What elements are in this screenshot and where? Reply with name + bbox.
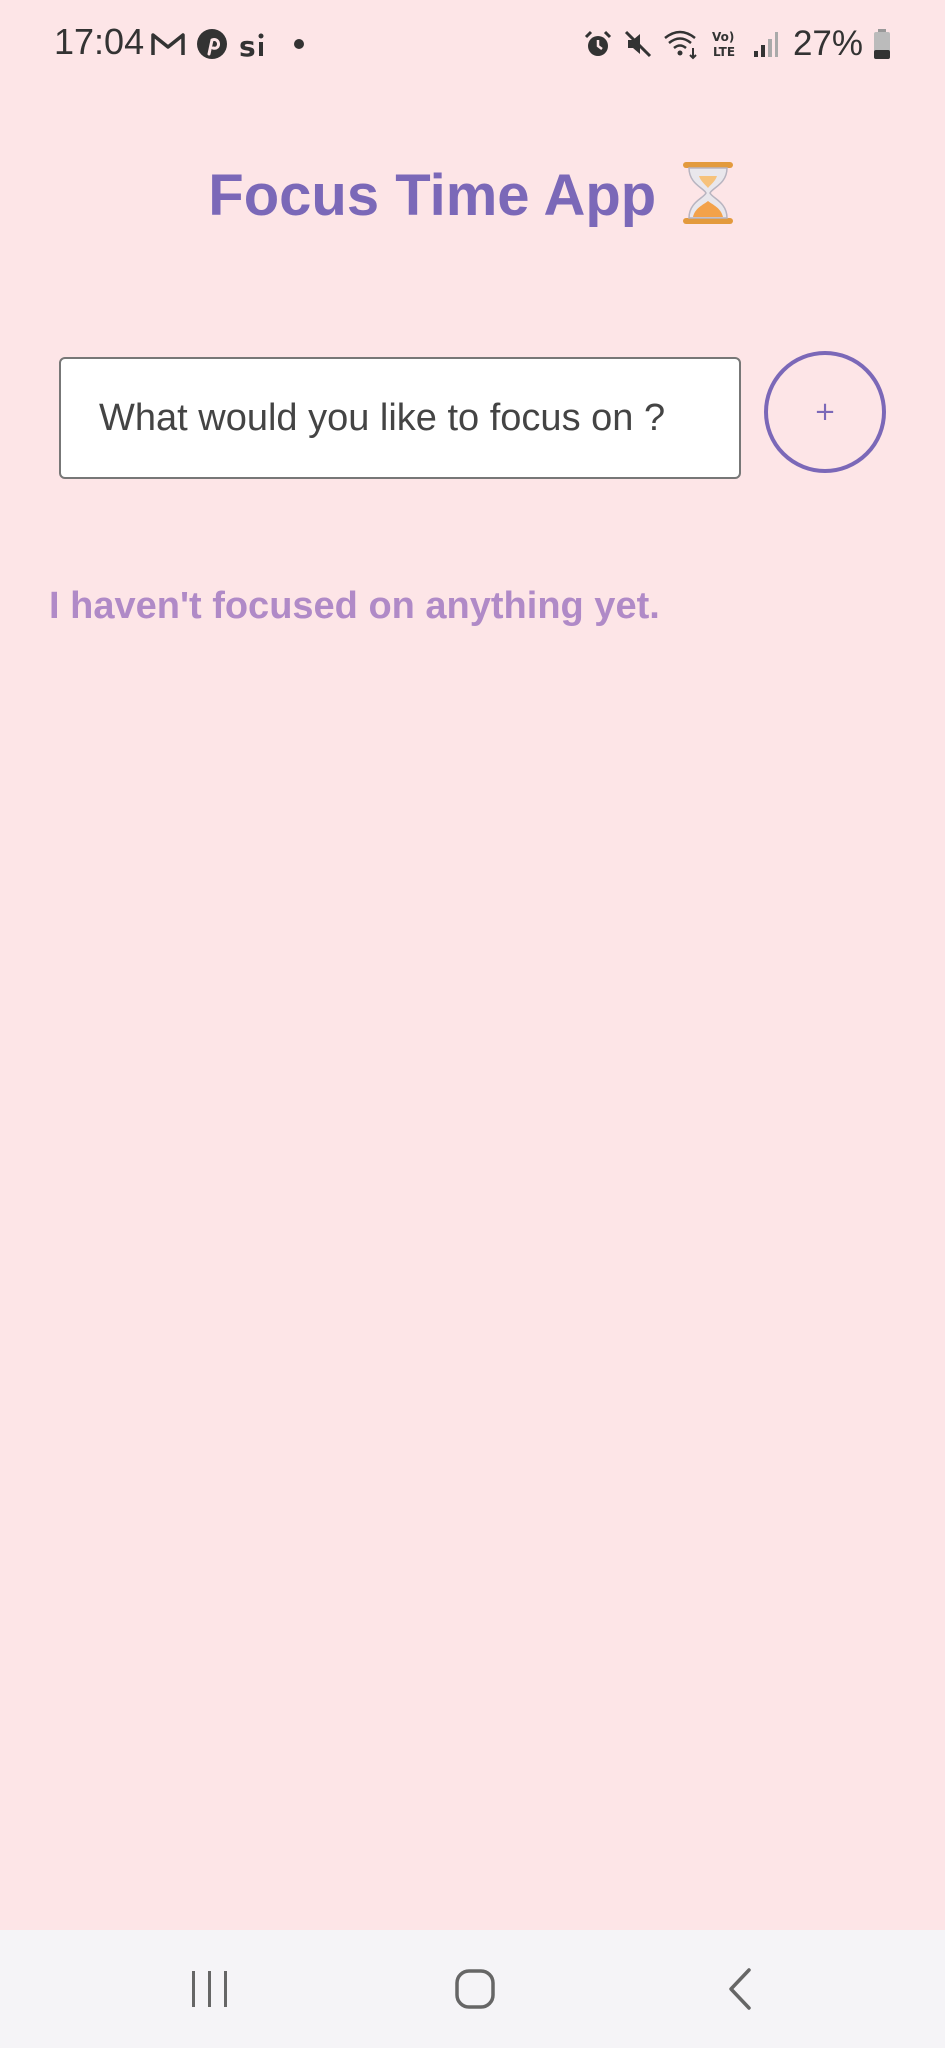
alarm-icon <box>583 29 613 59</box>
app-header: Focus Time App <box>0 160 945 231</box>
notification-dot <box>294 39 304 49</box>
battery-percentage: 27% <box>792 24 863 63</box>
svg-text:Vo): Vo) <box>712 30 734 44</box>
recent-apps-button[interactable] <box>150 1930 270 2048</box>
svg-text:LTE: LTE <box>713 45 735 59</box>
add-button[interactable]: + <box>764 351 886 473</box>
signal-icon <box>753 29 779 59</box>
si-app-icon: s <box>238 28 268 60</box>
recent-apps-icon <box>188 1969 232 2009</box>
home-button[interactable] <box>415 1930 535 2048</box>
navigation-bar <box>0 1930 945 2048</box>
status-time: 17:04 <box>54 21 145 62</box>
home-icon <box>454 1968 496 2010</box>
gmail-icon <box>150 30 186 58</box>
add-button-label: + <box>814 397 836 427</box>
status-right-icons: Vo) LTE 27% <box>583 22 891 66</box>
status-left-icons: s <box>150 24 304 64</box>
hourglass-icon <box>679 160 737 231</box>
battery-icon <box>873 28 891 60</box>
status-bar: 17:04 s Vo) LTE 27% <box>0 0 945 86</box>
volte-icon: Vo) LTE <box>711 28 743 60</box>
empty-state-message: I haven't focused on anything yet. <box>49 585 660 627</box>
focus-input[interactable] <box>59 357 741 479</box>
wifi-icon <box>663 28 701 60</box>
back-button[interactable] <box>680 1930 800 2048</box>
pinterest-icon <box>196 28 228 60</box>
svg-text:s: s <box>239 30 256 60</box>
mute-icon <box>623 29 653 59</box>
page-title: Focus Time App <box>208 163 657 228</box>
back-icon <box>725 1967 755 2011</box>
